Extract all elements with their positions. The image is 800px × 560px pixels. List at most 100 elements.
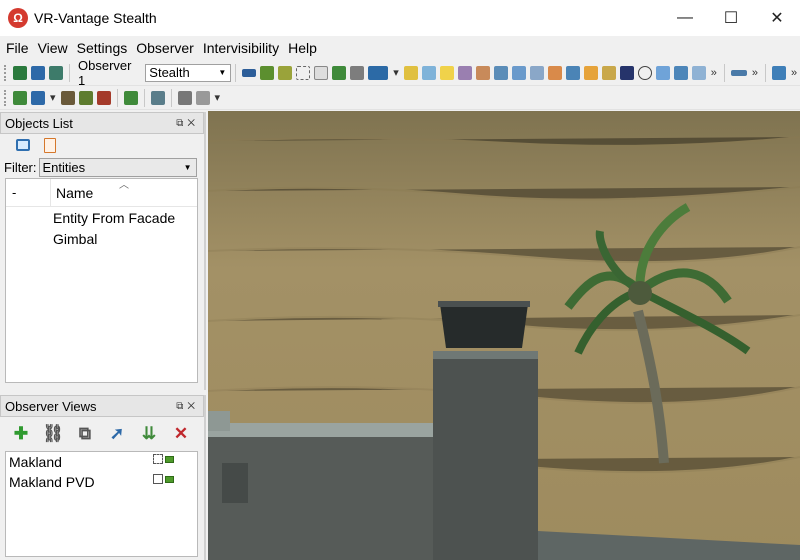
- list-header: ︿ - Name: [6, 179, 197, 207]
- observer-mode-select[interactable]: Stealth ▼: [145, 63, 232, 82]
- objects-list: ︿ - Name Entity From Facade Gimbal: [5, 178, 198, 383]
- person-icon[interactable]: [565, 65, 580, 80]
- copy-entity-icon[interactable]: [78, 90, 93, 105]
- objects-list-title: Objects List: [5, 115, 73, 131]
- toolbar-separator: [69, 63, 70, 82]
- view-status-icon: [153, 454, 174, 464]
- terrain-view-icon[interactable]: [13, 65, 27, 80]
- move-entity-icon[interactable]: [60, 90, 75, 105]
- entity-icon[interactable]: [332, 65, 347, 80]
- image-icon[interactable]: [691, 65, 706, 80]
- menu-observer[interactable]: Observer: [136, 40, 194, 56]
- main-toolbar: Observer 1 Stealth ▼ ▾ » » »: [0, 58, 800, 88]
- secondary-toolbar: ▾ ▾: [0, 86, 800, 110]
- objects-list-panel: Objects List ⧉✕ Filter: Entities ▼ ︿ - N…: [0, 112, 206, 390]
- burst-icon[interactable]: [583, 65, 598, 80]
- tool-icon[interactable]: [493, 65, 508, 80]
- network-icon[interactable]: [177, 90, 192, 105]
- toolbar-separator: [170, 88, 172, 107]
- scene-render: [208, 111, 800, 560]
- filter-value: Entities: [42, 159, 86, 175]
- entity-type-icon[interactable]: [31, 90, 45, 105]
- menu-settings[interactable]: Settings: [77, 40, 128, 56]
- sky-icon[interactable]: [655, 65, 670, 80]
- toolbar-separator: [116, 88, 118, 107]
- menu-view[interactable]: View: [38, 40, 68, 56]
- menu-help[interactable]: Help: [288, 40, 317, 56]
- filter-select[interactable]: Entities ▼: [38, 157, 197, 177]
- satellite-icon[interactable]: [368, 65, 389, 80]
- screen-icon[interactable]: [673, 65, 688, 80]
- observer-views-header: Observer Views ⧉✕: [0, 395, 204, 417]
- night-icon[interactable]: [619, 65, 634, 80]
- observer-mode-value: Stealth: [149, 65, 190, 80]
- export-icon[interactable]: [772, 65, 787, 80]
- delete-view-icon[interactable]: ✕: [170, 423, 192, 445]
- objects-list-header: Objects List ⧉✕: [0, 112, 204, 134]
- tab-clipboard-icon[interactable]: [44, 137, 56, 153]
- list-item[interactable]: Entity From Facade: [6, 207, 197, 228]
- mountain-icon[interactable]: [421, 65, 436, 80]
- move-down-icon[interactable]: [278, 65, 293, 80]
- column-dash[interactable]: -: [6, 179, 51, 206]
- toolbar-overflow[interactable]: »: [752, 67, 758, 79]
- toolbar-separator: [723, 63, 725, 82]
- plane-icon[interactable]: [242, 68, 257, 77]
- unlink-icon[interactable]: ⧉: [74, 423, 96, 445]
- toolbar-separator: [765, 63, 767, 82]
- columns-icon[interactable]: [195, 90, 210, 105]
- toolbar-grip[interactable]: [4, 89, 8, 106]
- delete-entity-icon[interactable]: [96, 90, 111, 105]
- wrench-icon[interactable]: [511, 65, 526, 80]
- menu-bar: File View Settings Observer Intervisibil…: [0, 36, 800, 60]
- save-entity-icon[interactable]: [150, 90, 165, 105]
- effects-icon[interactable]: [547, 65, 562, 80]
- tag-icon[interactable]: [475, 65, 490, 80]
- map-view-icon[interactable]: [49, 65, 63, 80]
- circle-icon[interactable]: [637, 65, 652, 80]
- panel-float-close-icons[interactable]: ⧉✕: [176, 401, 199, 412]
- close-button[interactable]: ✕: [754, 0, 800, 36]
- weather-icon[interactable]: [457, 65, 472, 80]
- pen-icon[interactable]: [529, 65, 544, 80]
- add-view-icon[interactable]: ✚: [10, 423, 32, 445]
- list-item[interactable]: Gimbal: [6, 228, 197, 249]
- sort-caret-icon: ︿: [119, 180, 129, 191]
- menu-intervisibility[interactable]: Intervisibility: [203, 40, 279, 56]
- 3d-viewport[interactable]: [208, 111, 800, 560]
- toolbar-grip[interactable]: [4, 64, 8, 81]
- measure-icon[interactable]: [730, 69, 747, 76]
- search-icon[interactable]: [601, 65, 616, 80]
- view-name: Makland PVD: [9, 474, 95, 490]
- menu-file[interactable]: File: [6, 40, 29, 56]
- tab-entities-icon[interactable]: [16, 139, 30, 151]
- select-icon[interactable]: [296, 65, 311, 80]
- toolbar-overflow[interactable]: »: [711, 67, 717, 79]
- window-controls: — ☐ ✕: [662, 0, 800, 36]
- add-entity-icon[interactable]: [13, 90, 27, 105]
- dropdown-arrow-icon: ▼: [183, 162, 192, 172]
- camera-view-icon[interactable]: [31, 65, 45, 80]
- dropdown-arrow-icon[interactable]: ▾: [393, 66, 399, 79]
- title-bar: Ω VR-Vantage Stealth — ☐ ✕: [0, 0, 800, 36]
- objects-tabs: [0, 134, 204, 156]
- edit-entity-icon[interactable]: [123, 90, 138, 105]
- tank-icon[interactable]: [260, 65, 275, 80]
- building-icon[interactable]: [350, 65, 365, 80]
- sun-icon[interactable]: [403, 65, 418, 80]
- light-bulb-icon[interactable]: [439, 65, 454, 80]
- filter-row: Filter: Entities ▼: [0, 156, 204, 178]
- dropdown-arrow-icon[interactable]: ▾: [50, 91, 56, 104]
- panel-float-close-icons[interactable]: ⧉✕: [176, 118, 199, 129]
- maximize-button[interactable]: ☐: [708, 0, 754, 36]
- toolbar-overflow[interactable]: »: [791, 67, 797, 79]
- list-item[interactable]: Makland: [6, 452, 197, 472]
- column-name[interactable]: Name: [51, 185, 93, 201]
- minimize-button[interactable]: —: [662, 0, 708, 36]
- list-item[interactable]: Makland PVD: [6, 472, 197, 492]
- merge-icon[interactable]: ⇊: [138, 423, 160, 445]
- dropdown-arrow-icon[interactable]: ▾: [215, 91, 221, 104]
- grid-icon[interactable]: [314, 65, 329, 80]
- link-icon[interactable]: ⛓: [42, 423, 64, 445]
- arrow-up-icon[interactable]: ➚: [106, 423, 128, 445]
